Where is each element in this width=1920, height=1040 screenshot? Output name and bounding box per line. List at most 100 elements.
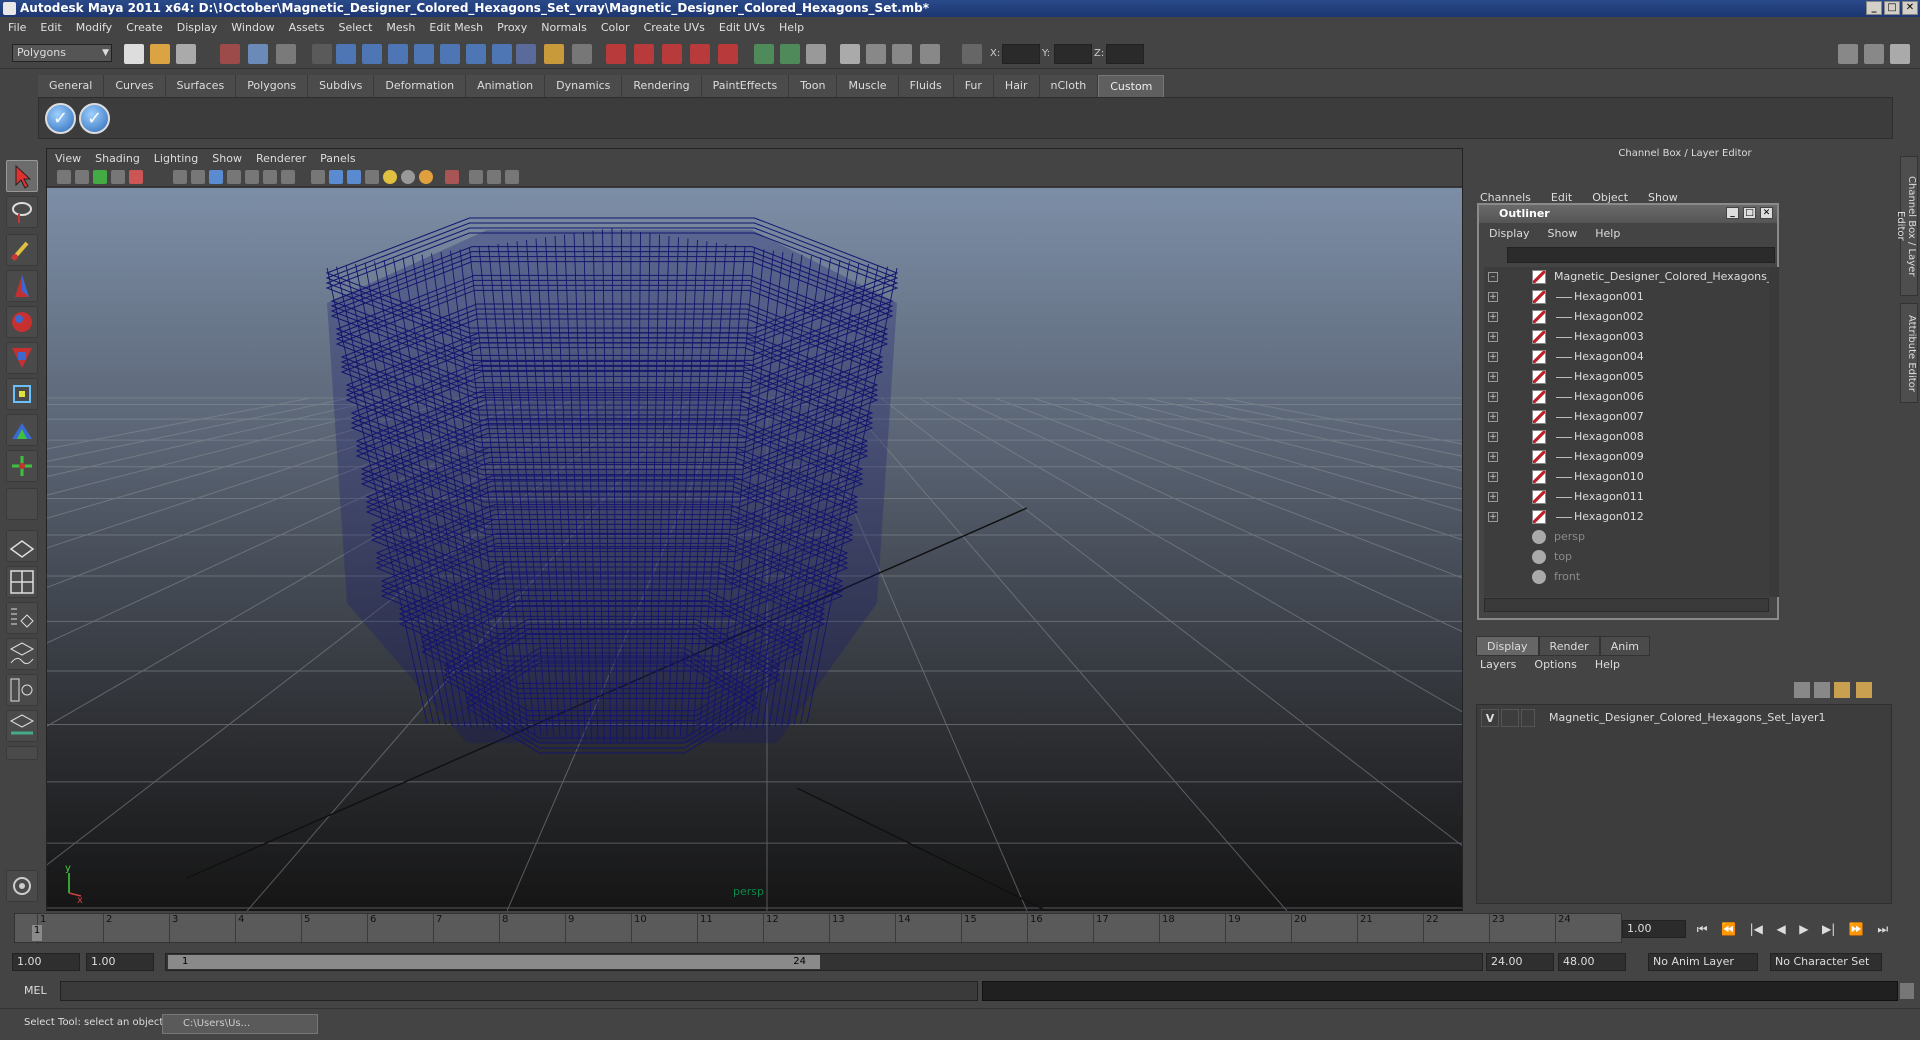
viewport-menu-shading[interactable]: Shading	[95, 152, 140, 165]
single-perspective-layout-icon[interactable]	[6, 530, 38, 562]
tab-subdivs[interactable]: Subdivs	[308, 75, 375, 97]
lock-icon[interactable]	[544, 44, 564, 64]
persp-graph-layout-icon[interactable]	[6, 638, 38, 670]
tab-curves[interactable]: Curves	[104, 75, 166, 97]
soft-select-icon[interactable]	[866, 44, 886, 64]
outliner-item-row[interactable]: + Hexagon001	[1484, 287, 1769, 307]
select-tool-icon[interactable]	[6, 160, 38, 192]
outliner-item-row[interactable]: + Hexagon011	[1484, 487, 1769, 507]
collapse-icon[interactable]: –	[1488, 272, 1498, 282]
input-line-icon[interactable]	[754, 44, 774, 64]
high-quality-icon[interactable]	[419, 170, 433, 184]
paint-select-icon[interactable]	[6, 234, 38, 266]
z-field[interactable]	[1106, 44, 1144, 64]
construction-history-icon[interactable]	[572, 44, 592, 64]
new-empty-layer-icon[interactable]	[1834, 682, 1850, 698]
menu-create-uvs[interactable]: Create UVs	[644, 21, 705, 34]
outliner-item-row[interactable]: + Hexagon010	[1484, 467, 1769, 487]
smooth-shade-icon[interactable]	[329, 170, 343, 184]
wireframe-icon[interactable]	[311, 170, 325, 184]
menu-proxy[interactable]: Proxy	[497, 21, 527, 34]
layout-expand-icon[interactable]	[6, 746, 38, 760]
tab-polygons[interactable]: Polygons	[236, 75, 309, 97]
menu-edit[interactable]: Edit	[40, 21, 61, 34]
outliner-menu-display[interactable]: Display	[1489, 227, 1530, 240]
hypershade-persp-layout-icon[interactable]	[6, 674, 38, 706]
tab-display-layers[interactable]: Display	[1476, 636, 1539, 656]
tab-muscle[interactable]: Muscle	[837, 75, 899, 97]
step-forward-frame-icon[interactable]: ▶|	[1822, 922, 1835, 936]
select-component-icon[interactable]	[276, 44, 296, 64]
go-to-start-icon[interactable]: ⏮	[1697, 922, 1708, 937]
show-channel-box-icon[interactable]	[1890, 44, 1910, 64]
xray-components-icon[interactable]	[505, 170, 519, 184]
render-view-icon[interactable]	[718, 44, 738, 64]
outliner-camera-row[interactable]: front	[1484, 567, 1769, 587]
last-tool-icon[interactable]	[6, 450, 38, 482]
menu-set-dropdown[interactable]: Polygons ▼	[12, 44, 112, 62]
channels-menu[interactable]: Channels	[1480, 191, 1531, 204]
expand-icon[interactable]: +	[1488, 292, 1498, 302]
mel-input[interactable]	[60, 981, 978, 1001]
layer-visibility-toggle[interactable]: V	[1481, 709, 1499, 727]
open-scene-icon[interactable]	[150, 44, 170, 64]
new-layer-from-selection-icon[interactable]	[1856, 682, 1872, 698]
soft-mod-icon[interactable]	[6, 414, 38, 446]
expand-icon[interactable]: +	[1488, 392, 1498, 402]
expand-icon[interactable]: +	[1488, 412, 1498, 422]
help-icon[interactable]	[516, 44, 536, 64]
expand-icon[interactable]: +	[1488, 372, 1498, 382]
manipulator-tool-icon[interactable]	[6, 378, 38, 410]
snap-view-icon[interactable]	[492, 44, 512, 64]
anim-layer-dropdown[interactable]: No Anim Layer	[1648, 953, 1758, 971]
select-hierarchy-icon[interactable]	[220, 44, 240, 64]
outliner-menu-help[interactable]: Help	[1595, 227, 1620, 240]
menu-select[interactable]: Select	[338, 21, 372, 34]
object-menu[interactable]: Object	[1592, 191, 1628, 204]
render-settings-icon[interactable]	[662, 44, 682, 64]
hypershade-icon[interactable]	[690, 44, 710, 64]
menu-color[interactable]: Color	[601, 21, 630, 34]
2d-pan-zoom-icon[interactable]	[129, 170, 143, 184]
menu-edit-mesh[interactable]: Edit Mesh	[429, 21, 483, 34]
tool-settings-icon[interactable]	[6, 870, 38, 902]
tab-animation[interactable]: Animation	[466, 75, 546, 97]
go-to-end-icon[interactable]: ⏭	[1877, 922, 1888, 937]
xray-icon[interactable]	[469, 170, 483, 184]
tab-rendering[interactable]: Rendering	[622, 75, 702, 97]
new-scene-icon[interactable]	[124, 44, 144, 64]
render-icon[interactable]	[606, 44, 626, 64]
menu-assets[interactable]: Assets	[289, 21, 325, 34]
field-chart-icon[interactable]	[245, 170, 259, 184]
ipr-render-icon[interactable]	[634, 44, 654, 64]
snap-live-icon[interactable]	[466, 44, 486, 64]
tab-dynamics[interactable]: Dynamics	[545, 75, 623, 97]
menu-normals[interactable]: Normals	[541, 21, 587, 34]
shadows-icon[interactable]	[401, 170, 415, 184]
tab-anim-layers[interactable]: Anim	[1599, 636, 1650, 656]
viewport-menu-lighting[interactable]: Lighting	[154, 152, 198, 165]
symmetry-icon[interactable]	[892, 44, 912, 64]
outliner-title-bar[interactable]: Outliner _ □ ✕	[1479, 205, 1777, 223]
menu-help[interactable]: Help	[779, 21, 804, 34]
menu-edit-uvs[interactable]: Edit UVs	[719, 21, 765, 34]
minimized-window-button[interactable]: C:\Users\Us...	[162, 1014, 318, 1034]
show-attribute-editor-icon[interactable]	[1838, 44, 1858, 64]
isolate-select-icon[interactable]	[445, 170, 459, 184]
tab-fur[interactable]: Fur	[953, 75, 994, 97]
tab-painteffects[interactable]: PaintEffects	[701, 75, 790, 97]
mel-label[interactable]: MEL	[24, 984, 47, 997]
wireframe-on-shaded-icon[interactable]	[347, 170, 361, 184]
camera-select-icon[interactable]	[57, 170, 71, 184]
outliner-item-row[interactable]: + Hexagon004	[1484, 347, 1769, 367]
outliner-camera-row[interactable]: persp	[1484, 527, 1769, 547]
outliner-menu-show[interactable]: Show	[1548, 227, 1578, 240]
move-tool-icon[interactable]	[6, 270, 38, 302]
show-menu[interactable]: Show	[1648, 191, 1678, 204]
four-view-layout-icon[interactable]	[6, 566, 38, 598]
perspective-viewport[interactable]: y x persp	[47, 188, 1462, 911]
current-frame-marker[interactable]: 1	[32, 925, 42, 941]
custom-shelf-button-2[interactable]: ✓	[79, 103, 110, 134]
viewport-menu-view[interactable]: View	[55, 152, 81, 165]
tab-fluids[interactable]: Fluids	[898, 75, 954, 97]
